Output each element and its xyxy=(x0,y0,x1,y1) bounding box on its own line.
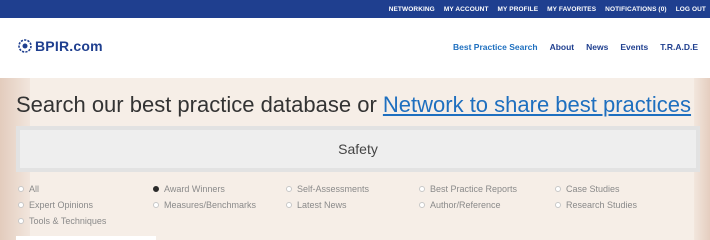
filter-label: Case Studies xyxy=(566,184,620,194)
filter-option-tools-techniques[interactable]: Tools & Techniques xyxy=(18,216,153,226)
radio-button[interactable] xyxy=(286,202,292,208)
search-container: Safety xyxy=(16,126,700,172)
nav-trade[interactable]: T.R.A.D.E xyxy=(660,42,698,52)
nav-about[interactable]: About xyxy=(550,42,575,52)
radio-button[interactable] xyxy=(18,218,24,224)
search-input[interactable]: Safety xyxy=(20,130,696,168)
site-header: BPIR.com Best Practice Search About News… xyxy=(0,18,710,78)
topbar-my-favorites-link[interactable]: MY FAVORITES xyxy=(547,6,596,13)
radio-button[interactable] xyxy=(419,202,425,208)
site-logo[interactable]: BPIR.com xyxy=(17,38,103,54)
filter-row: All Award Winners Self-Assessments Best … xyxy=(18,181,698,197)
filter-option-best-practice-reports[interactable]: Best Practice Reports xyxy=(419,184,555,194)
radio-button[interactable] xyxy=(555,186,561,192)
filter-option-all[interactable]: All xyxy=(18,184,153,194)
radio-button[interactable] xyxy=(18,186,24,192)
filter-label: Best Practice Reports xyxy=(430,184,518,194)
filter-option-latest-news[interactable]: Latest News xyxy=(286,200,419,210)
filter-option-author-reference[interactable]: Author/Reference xyxy=(419,200,555,210)
nav-best-practice-search[interactable]: Best Practice Search xyxy=(453,42,538,52)
radio-button[interactable] xyxy=(555,202,561,208)
page-headline: Search our best practice database or Net… xyxy=(16,92,700,118)
filter-option-measures-benchmarks[interactable]: Measures/Benchmarks xyxy=(153,200,286,210)
topbar-notifications-link[interactable]: NOTIFICATIONS (0) xyxy=(605,6,667,13)
topbar-logout-link[interactable]: LOG OUT xyxy=(676,6,706,13)
filter-row: Expert Opinions Measures/Benchmarks Late… xyxy=(18,197,698,213)
filter-label: Expert Opinions xyxy=(29,200,94,210)
filter-label: Tools & Techniques xyxy=(29,216,107,226)
filter-option-award-winners[interactable]: Award Winners xyxy=(153,184,286,194)
topbar-my-account-link[interactable]: MY ACCOUNT xyxy=(444,6,489,13)
radio-button[interactable] xyxy=(18,202,24,208)
nav-news[interactable]: News xyxy=(586,42,608,52)
network-link[interactable]: Network to share best practices xyxy=(383,92,691,117)
filter-option-expert-opinions[interactable]: Expert Opinions xyxy=(18,200,153,210)
topbar-networking-link[interactable]: NETWORKING xyxy=(389,6,435,13)
top-utility-bar: NETWORKING MY ACCOUNT MY PROFILE MY FAVO… xyxy=(0,0,710,18)
radio-button-selected[interactable] xyxy=(153,186,159,192)
filter-row: Tools & Techniques xyxy=(18,213,698,229)
filter-label: Award Winners xyxy=(164,184,225,194)
bpir-logo-icon xyxy=(18,39,32,53)
filter-option-self-assessments[interactable]: Self-Assessments xyxy=(286,184,419,194)
nav-events[interactable]: Events xyxy=(620,42,648,52)
filter-label: Measures/Benchmarks xyxy=(164,200,257,210)
radio-button[interactable] xyxy=(153,202,159,208)
topbar-my-profile-link[interactable]: MY PROFILE xyxy=(498,6,539,13)
filter-option-research-studies[interactable]: Research Studies xyxy=(555,200,695,210)
filter-label: Author/Reference xyxy=(430,200,501,210)
filter-label: Self-Assessments xyxy=(297,184,370,194)
headline-text: Search our best practice database or xyxy=(16,92,383,117)
category-filter-options: All Award Winners Self-Assessments Best … xyxy=(18,181,698,229)
logo-text: BPIR.com xyxy=(35,38,103,54)
filter-label: Latest News xyxy=(297,200,347,210)
filter-label: All xyxy=(29,184,40,194)
filter-label: Research Studies xyxy=(566,200,638,210)
radio-button[interactable] xyxy=(419,186,425,192)
bottom-panel-edge xyxy=(16,236,156,240)
radio-button[interactable] xyxy=(286,186,292,192)
main-nav: Best Practice Search About News Events T… xyxy=(441,42,698,52)
filter-option-case-studies[interactable]: Case Studies xyxy=(555,184,695,194)
